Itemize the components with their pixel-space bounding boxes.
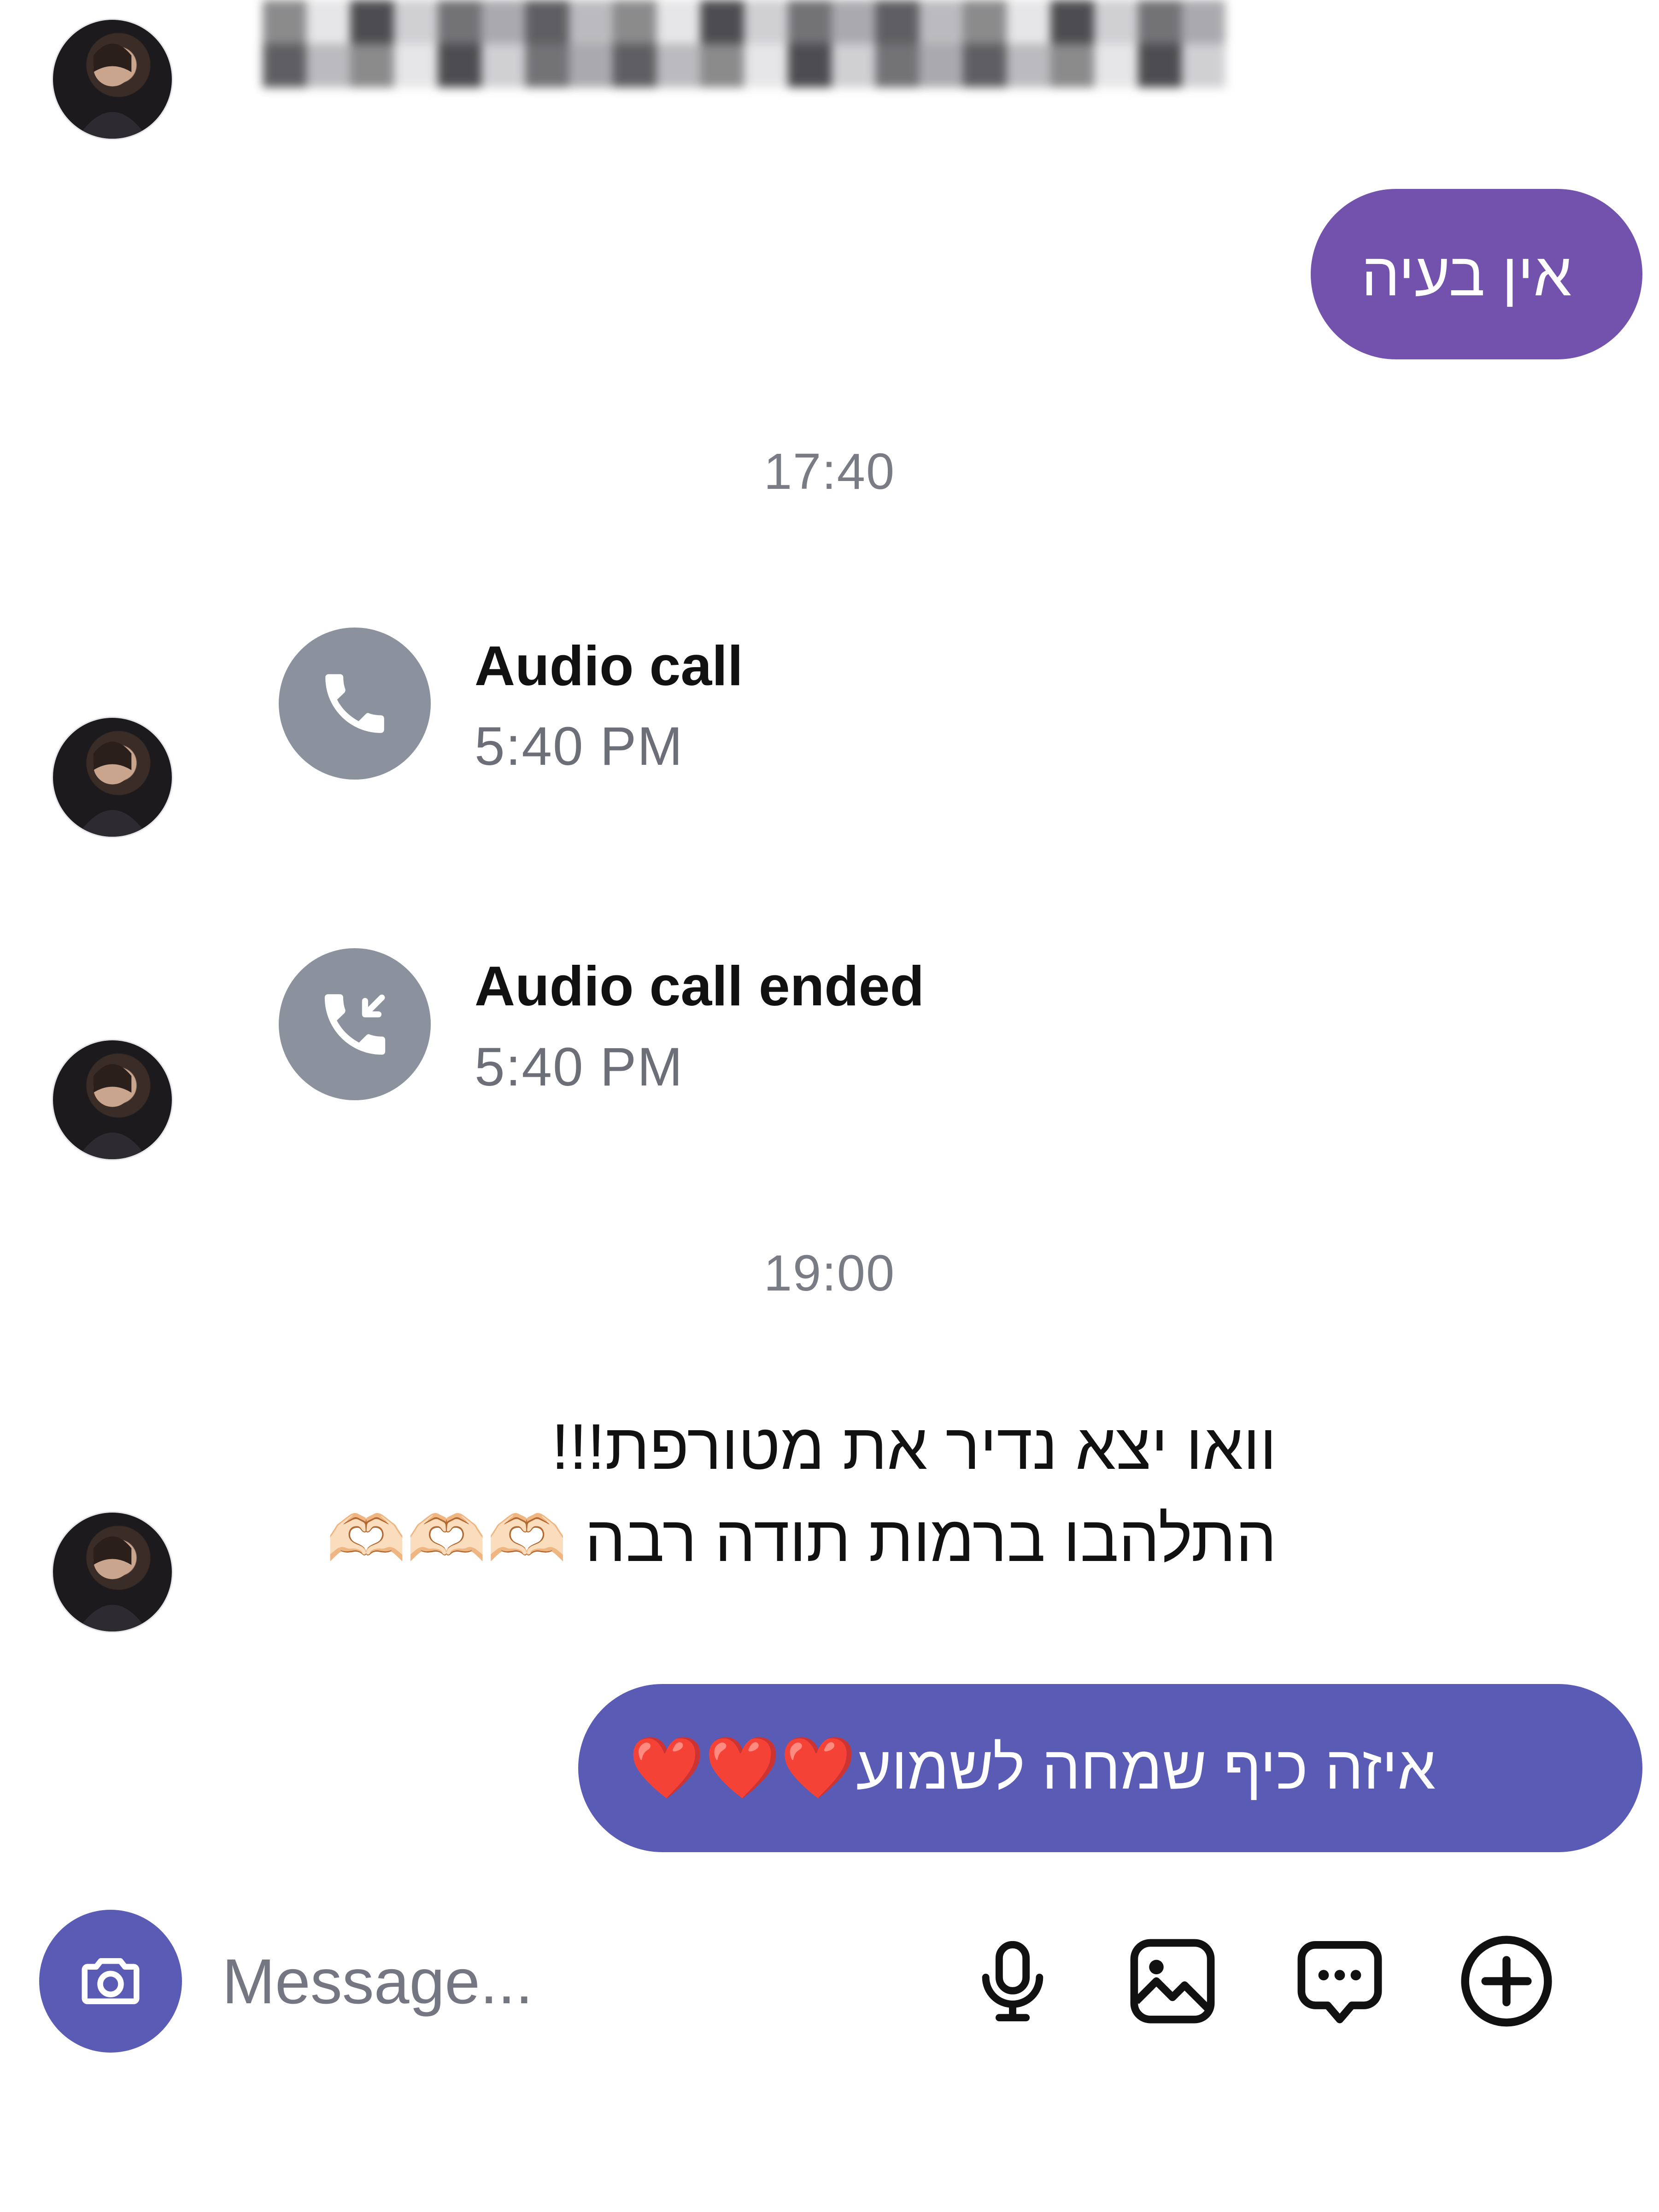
outgoing-message-bubble[interactable]: אין בעיה — [1311, 189, 1642, 359]
call-title: Audio call — [475, 634, 743, 697]
call-title: Audio call ended — [475, 955, 925, 1017]
outgoing-message-bubble[interactable]: איזה כיף שמחה לשמוע❤️❤️❤️ — [578, 1684, 1642, 1852]
phone-incoming-icon[interactable] — [279, 948, 431, 1100]
message-text: אין בעיה — [1361, 240, 1572, 308]
call-time: 5:40 PM — [475, 716, 684, 777]
message-line: וואו יצא נדיר את מטורפת!!! — [551, 1410, 1277, 1483]
message-line: התלהבו ברמות תודה רבה 🫶🏻🫶🏻🫶🏻 — [326, 1502, 1277, 1575]
microphone-icon[interactable] — [953, 1921, 1073, 2041]
blurred-contact-name — [263, 0, 1225, 88]
camera-icon — [82, 1958, 140, 2004]
call-time: 5:40 PM — [475, 1037, 684, 1097]
chat-screen: אין בעיה 17:40 Audio call 5:40 PM Audio … — [0, 0, 1659, 2212]
timestamp: 17:40 — [763, 443, 896, 500]
contact-avatar[interactable] — [52, 1039, 173, 1161]
camera-button[interactable] — [39, 1910, 182, 2053]
message-composer — [0, 1903, 1659, 2059]
contact-avatar[interactable] — [52, 1511, 173, 1633]
sticker-icon[interactable] — [1280, 1921, 1400, 2041]
timestamp: 19:00 — [763, 1245, 896, 1302]
contact-avatar[interactable] — [52, 18, 173, 140]
incoming-message[interactable]: וואו יצא נדיר את מטורפת!!! התלהבו ברמות … — [217, 1401, 1277, 1585]
message-input[interactable] — [221, 1935, 914, 2028]
add-icon[interactable] — [1447, 1921, 1566, 2041]
gallery-icon[interactable] — [1113, 1921, 1232, 2041]
contact-avatar[interactable] — [52, 716, 173, 838]
message-text: איזה כיף שמחה לשמוע❤️❤️❤️ — [629, 1733, 1436, 1801]
phone-icon[interactable] — [279, 628, 431, 780]
